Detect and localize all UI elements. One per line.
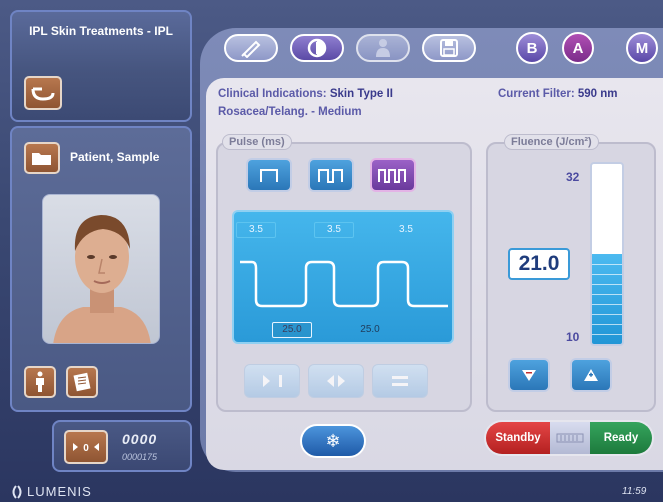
- triple-pulse-button[interactable]: [370, 158, 416, 192]
- person-icon: [376, 39, 390, 57]
- ready-button[interactable]: Ready: [590, 422, 652, 454]
- body-map-button[interactable]: [24, 366, 56, 398]
- patient-tab[interactable]: [356, 34, 410, 62]
- open-patient-button[interactable]: [24, 142, 60, 174]
- handpiece-tab[interactable]: [224, 34, 278, 62]
- equalize-pulse-button[interactable]: [372, 364, 428, 398]
- expand-pulse-button[interactable]: [244, 364, 300, 398]
- fluence-level-stripe: [592, 273, 622, 275]
- total-pulse-count: 0000175: [122, 452, 158, 462]
- single-pulse-icon: [260, 169, 278, 182]
- state-toggle-handle[interactable]: [550, 422, 590, 454]
- save-tab[interactable]: [422, 34, 476, 62]
- waveform-graph: [240, 260, 448, 308]
- clinical-indications-label: Clinical Indications:: [218, 88, 327, 100]
- fluence-level-stripe: [592, 304, 622, 305]
- counter-reset-button[interactable]: 0: [64, 430, 108, 464]
- floppy-disk-icon: [440, 39, 458, 57]
- increase-arrow-icon: [584, 369, 598, 381]
- pulse-delay-2[interactable]: 25.0: [350, 322, 390, 338]
- pulse-width-2[interactable]: 3.5: [314, 222, 354, 238]
- double-pulse-icon: [318, 169, 343, 183]
- pulse-counter-panel: 0 0000 0000175: [52, 420, 192, 472]
- current-filter: Current Filter: 590 nm: [498, 88, 618, 100]
- filter-value: 590 nm: [577, 88, 618, 100]
- cooling-button[interactable]: ❄: [300, 424, 366, 458]
- counter-reset-icon: 0: [73, 443, 99, 454]
- contract-icon: [327, 375, 345, 387]
- treatment-home-button[interactable]: [24, 76, 62, 110]
- fluence-level-bar[interactable]: [590, 162, 624, 346]
- body-map-icon: [36, 371, 44, 392]
- pen-icon: [241, 40, 261, 58]
- fluence-max: 32: [566, 170, 580, 184]
- treatment-panel: IPL Skin Treatments - IPL: [10, 10, 192, 122]
- standby-ready-switch[interactable]: Standby Ready: [484, 420, 654, 456]
- pulse-count: 0000: [122, 431, 158, 447]
- patient-name: Patient, Sample: [70, 150, 160, 164]
- triple-pulse-icon: [378, 169, 406, 183]
- skin-type: Skin Type II: [329, 88, 393, 100]
- pulse-label: Pulse (ms): [222, 134, 292, 150]
- fluence-min: 10: [566, 330, 580, 344]
- expand-icon: [263, 375, 282, 387]
- pulse-width-1[interactable]: 3.5: [236, 222, 276, 238]
- fluence-label: Fluence (J/cm²): [504, 134, 599, 150]
- patient-portrait: [42, 194, 160, 344]
- svg-text:0: 0: [83, 443, 89, 454]
- folder-icon: [32, 153, 51, 165]
- fluence-decrease-button[interactable]: [508, 358, 550, 392]
- portrait-image: [53, 215, 151, 343]
- fluence-level-stripe: [592, 314, 622, 315]
- clock: 11:59: [622, 486, 647, 497]
- sink-handpiece-icon: [31, 87, 55, 101]
- mode-b-button[interactable]: B: [516, 32, 548, 64]
- fluence-level-fill: [592, 254, 622, 344]
- fluence-increase-button[interactable]: [570, 358, 612, 392]
- pulse-waveform-display: 3.5 3.5 3.5 25.0 25.0: [232, 210, 454, 344]
- lumenis-logo-icon: [12, 484, 22, 499]
- pulse-delay-1[interactable]: 25.0: [272, 322, 312, 338]
- single-pulse-button[interactable]: [246, 158, 292, 192]
- treatment-title: IPL Skin Treatments - IPL: [29, 24, 173, 38]
- pulse-width-3[interactable]: 3.5: [386, 222, 426, 238]
- patient-chart-button[interactable]: [66, 366, 98, 398]
- patient-panel: Patient, Sample: [10, 126, 192, 412]
- toggle-grip-icon: [556, 433, 584, 443]
- timer-tab[interactable]: [290, 34, 344, 62]
- fluence-value[interactable]: 21.0: [508, 248, 570, 280]
- fluence-level-stripe: [592, 324, 622, 325]
- fluence-level-stripe: [592, 293, 622, 295]
- patient-chart-icon: [73, 372, 91, 392]
- mode-a-button[interactable]: A: [562, 32, 594, 64]
- standby-button[interactable]: Standby: [486, 422, 550, 454]
- fluence-level-stripe: [592, 284, 622, 285]
- fluence-level-stripe: [592, 333, 622, 335]
- decrease-arrow-icon: [522, 370, 536, 381]
- equal-icon: [392, 376, 408, 386]
- clinical-indications: Clinical Indications: Skin Type II: [218, 88, 393, 100]
- brand-logo-text: LUMENIS: [27, 484, 92, 499]
- mode-m-button[interactable]: M: [626, 32, 658, 64]
- double-pulse-button[interactable]: [308, 158, 354, 192]
- fluence-level-stripe: [592, 263, 622, 265]
- current-filter-label: Current Filter:: [498, 88, 575, 100]
- contract-pulse-button[interactable]: [308, 364, 364, 398]
- brand-logo: LUMENIS: [10, 484, 92, 499]
- snowflake-icon: ❄: [325, 430, 341, 451]
- clock-icon: [307, 38, 327, 58]
- indication-detail: Rosacea/Telang. - Medium: [218, 106, 362, 118]
